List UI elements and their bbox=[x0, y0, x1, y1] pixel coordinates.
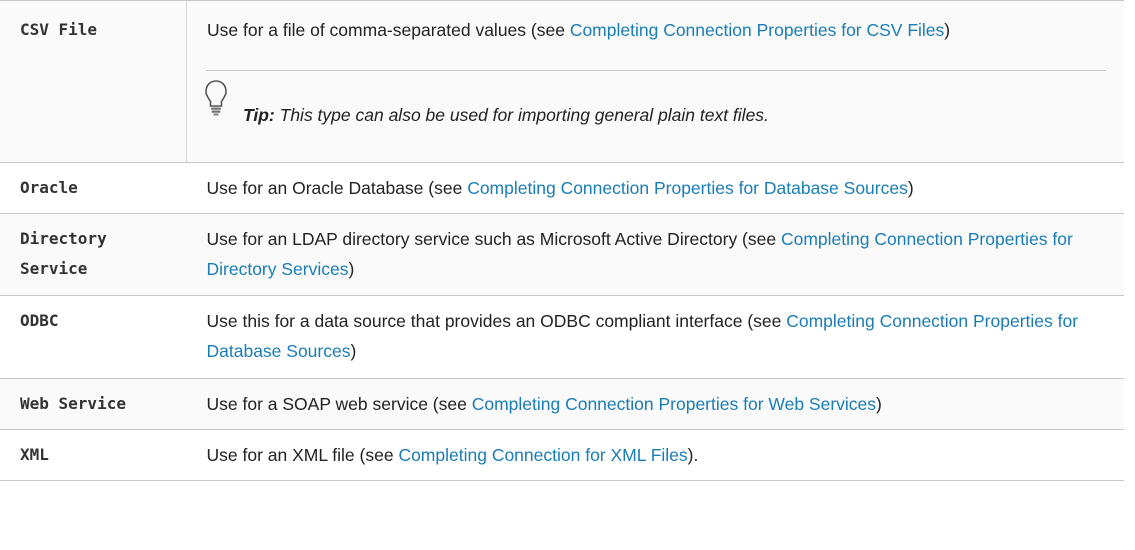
description-cell: Use for an XML file (see Completing Conn… bbox=[186, 429, 1124, 481]
description-text: ) bbox=[944, 20, 951, 40]
xref-link-csv[interactable]: Completing Connection Properties for CSV… bbox=[570, 20, 944, 40]
description-text: ) bbox=[876, 394, 882, 414]
lightbulb-icon bbox=[205, 80, 227, 116]
type-cell: Oracle bbox=[0, 162, 187, 214]
description-text: ) bbox=[907, 178, 914, 198]
description-text: Use this for a data source that provides… bbox=[206, 311, 787, 331]
type-cell: Web Service bbox=[0, 378, 187, 430]
table-row: Directory Service Use for an LDAP direct… bbox=[0, 213, 1124, 296]
table-row: ODBC Use this for a data source that pro… bbox=[0, 295, 1124, 379]
description-cell: Use for a SOAP web service (see Completi… bbox=[186, 378, 1124, 430]
description-cell: Use for an Oracle Database (see Completi… bbox=[186, 162, 1124, 214]
tip-body: This type can also be used for importing… bbox=[274, 105, 769, 125]
description-text: ). bbox=[687, 445, 699, 465]
description-text: Use for an XML file (see bbox=[206, 445, 399, 465]
description-cell: Use this for a data source that provides… bbox=[186, 295, 1124, 379]
description-text: Use for a file of comma-separated values… bbox=[207, 20, 570, 40]
tip-text: Tip: This type can also be used for impo… bbox=[206, 81, 1106, 130]
xref-link-web-service[interactable]: Completing Connection Properties for Web… bbox=[472, 394, 876, 414]
description-text: ) bbox=[350, 341, 357, 361]
table-row: XML Use for an XML file (see Completing … bbox=[0, 429, 1124, 481]
table-row: Oracle Use for an Oracle Database (see C… bbox=[0, 162, 1124, 214]
tip-note: Tip: This type can also be used for impo… bbox=[205, 70, 1106, 139]
type-cell: XML bbox=[0, 429, 187, 481]
description-cell: Use for a file of comma-separated values… bbox=[186, 0, 1124, 163]
tip-label: Tip: bbox=[243, 105, 275, 125]
description-cell: Use for an LDAP directory service such a… bbox=[186, 213, 1124, 296]
xref-link-oracle[interactable]: Completing Connection Properties for Dat… bbox=[467, 178, 908, 198]
type-cell: ODBC bbox=[0, 295, 187, 379]
description-text: ) bbox=[348, 259, 355, 279]
table-row: CSV File Use for a file of comma-separat… bbox=[0, 0, 1124, 163]
description-text: Use for an LDAP directory service such a… bbox=[206, 229, 781, 249]
type-cell: CSV File bbox=[0, 0, 187, 163]
description-text: Use for a SOAP web service (see bbox=[206, 394, 472, 414]
xref-link-xml[interactable]: Completing Connection for XML Files bbox=[398, 445, 687, 465]
table-row: Web Service Use for a SOAP web service (… bbox=[0, 378, 1124, 430]
type-cell: Directory Service bbox=[0, 213, 187, 296]
source-type-table: CSV File Use for a file of comma-separat… bbox=[0, 0, 1124, 481]
description-text: Use for an Oracle Database (see bbox=[206, 178, 468, 198]
